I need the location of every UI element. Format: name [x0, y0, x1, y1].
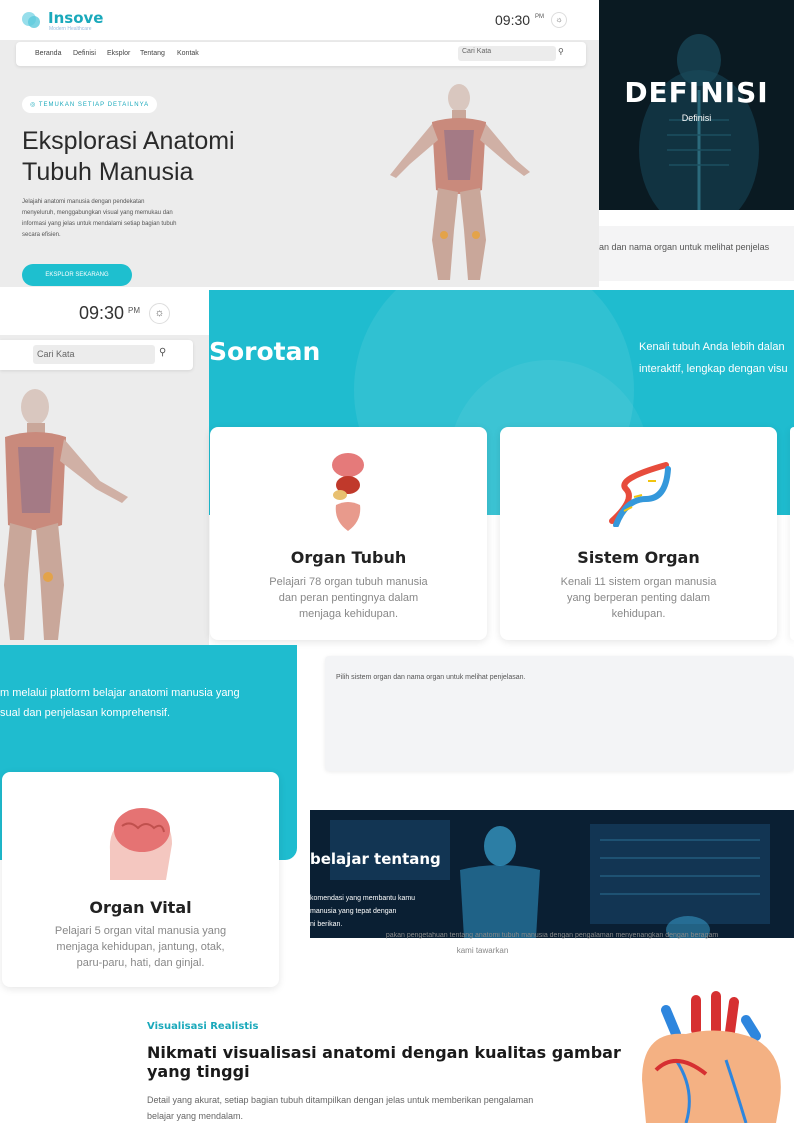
visual-title-line-2: yang tinggi [147, 1062, 250, 1081]
card-description: Pelajari 78 organ tubuh manusia dan pera… [210, 574, 487, 622]
clock-ampm-zoomed: PM [128, 306, 140, 315]
clock-ampm: PM [535, 14, 544, 20]
dna-icon [609, 462, 671, 527]
target-icon: ◎ [30, 102, 37, 108]
organs-icon [332, 453, 364, 531]
hero-desc-line: informasi yang jelas untuk mendalami set… [22, 221, 177, 227]
card-desc-line: kehidupan. [611, 608, 666, 620]
card-desc-line: paru-paru, hati, dan ginjal. [76, 957, 205, 969]
hero-title-line-1: Eksplorasi Anatomi [22, 127, 235, 155]
navbar-zoomed: Cari Kata ⚲ [0, 340, 193, 370]
top-bar: Insove Modern Healthcare 09:30 PM ☼ [0, 0, 599, 40]
card-organ-tubuh[interactable]: Organ Tubuh Pelajari 78 organ tubuh manu… [210, 427, 487, 640]
visual-text-line-2: belajar yang mendalam. [147, 1111, 244, 1121]
card-desc-line: Kenali 11 sistem organ manusia [560, 576, 717, 588]
card-sistem-organ[interactable]: Sistem Organ Kenali 11 sistem organ manu… [500, 427, 777, 640]
belajar-line-3: ni berikan. [310, 921, 343, 928]
definisi-banner: DEFINISI Definisi [599, 0, 794, 210]
card-desc-line: menjaga kehidupan. [298, 608, 399, 620]
explanation-box: Pilih sistem organ dan nama organ untuk … [325, 656, 794, 771]
anatomy-figure-zoomed-image [4, 389, 128, 640]
belajar-under-text-2: kami tawarkan [456, 946, 509, 955]
navbar: Beranda Definisi Eksplor Tentang Kontak … [16, 42, 586, 66]
clock-time-zoomed: 09:30 [79, 303, 125, 323]
nav-item-eksplor[interactable]: Eksplor [107, 50, 130, 57]
sorotan-cont-line-1: m melalui platform belajar anatomi manus… [0, 687, 240, 699]
visual-category: Visualisasi Realistis [147, 1021, 259, 1032]
card-desc-line: menjaga kehidupan, jantung, otak, [56, 941, 225, 953]
heart-illustration-image [642, 991, 781, 1123]
card-description: Kenali 11 sistem organ manusia yang berp… [500, 574, 777, 622]
nav-item-beranda[interactable]: Beranda [35, 50, 61, 57]
definisi-partial-text: an dan nama organ untuk melihat penjelas [599, 242, 770, 252]
visual-title-line-1: Nikmati visualisasi anatomi dengan kuali… [147, 1043, 621, 1062]
brand-name: Insove [48, 9, 104, 27]
visual-text-line-1: Detail yang akurat, setiap bagian tubuh … [147, 1095, 534, 1105]
nav-item-kontak[interactable]: Kontak [177, 50, 199, 57]
definisi-explain-box: an dan nama organ untuk melihat penjelas [599, 226, 794, 281]
explanation-section: Pilih sistem organ dan nama organ untuk … [310, 650, 794, 776]
brand-tagline: Modern Healthcare [49, 26, 92, 32]
belajar-title: belajar tentang [310, 850, 441, 868]
nav-item-tentang[interactable]: Tentang [140, 50, 165, 57]
belajar-banner: belajar tentang komendasi yang membantu … [310, 810, 794, 938]
sorotan-title: Sorotan [209, 337, 321, 366]
card-title: Organ Vital [89, 898, 192, 917]
visual-title: Nikmati visualisasi anatomi dengan kuali… [147, 1043, 621, 1081]
brain-icon [109, 808, 172, 880]
belajar-line-1: komendasi yang membantu kamu [310, 895, 416, 902]
belajar-under-text: pakan pengetahuan tentang anatomi tubuh … [385, 932, 719, 939]
hero-badge: ◎ TEMUKAN SETIAP DETAILNYA [22, 96, 158, 113]
search-input[interactable]: Cari Kata [458, 46, 556, 61]
nav-item-definisi[interactable]: Definisi [73, 50, 96, 57]
card-desc-line: Pelajari 78 organ tubuh manusia [269, 576, 428, 588]
belajar-line-2: manusia yang tepat dengan [310, 908, 397, 915]
hero-desc-line: Jelajahi anatomi manusia dengan pendekat… [22, 199, 145, 205]
search-icon[interactable]: ⚲ [558, 47, 564, 56]
sorotan-intro: Kenali tubuh Anda lebih dalan interaktif… [639, 336, 788, 380]
card-desc-line: Pelajari 5 organ vital manusia yang [54, 925, 227, 937]
sorotan-intro-line-2: interaktif, lengkap dengan visu [639, 363, 788, 375]
hero-description: Jelajahi anatomi manusia dengan pendekat… [22, 197, 176, 241]
card-organ-vital[interactable]: Organ Vital Pelajari 5 organ vital manus… [2, 772, 279, 987]
card-title: Organ Tubuh [290, 548, 407, 567]
logo-mark-icon-2 [28, 16, 40, 28]
hero-zoomed-section: 09:30 PM ☼ Cari Kata ⚲ [0, 290, 209, 645]
definisi-title: DEFINISI [624, 76, 769, 109]
card-title: Sistem Organ [577, 548, 700, 567]
hero-desc-line: menyeluruh, menggabungkan visual yang me… [22, 210, 173, 216]
sorotan-cont-line-2: sual dan penjelasan komprehensif. [0, 707, 171, 719]
hero-title: Eksplorasi Anatomi Tubuh Manusia [22, 126, 235, 188]
sorotan-continued-text: m melalui platform belajar anatomi manus… [0, 683, 240, 723]
clock-time: 09:30 [495, 12, 531, 28]
belajar-text: komendasi yang membantu kamu manusia yan… [310, 892, 415, 931]
explore-now-button[interactable]: EKSPLOR SEKARANG [22, 264, 132, 286]
definisi-breadcrumb: Definisi [681, 113, 712, 123]
top-bar-zoomed: 09:30 PM ☼ [0, 290, 209, 335]
hero-section: Insove Modern Healthcare 09:30 PM ☼ Bera… [0, 0, 599, 287]
search-input-zoomed[interactable]: Cari Kata [33, 345, 155, 364]
search-icon-zoomed[interactable]: ⚲ [159, 347, 166, 358]
card-desc-line: yang berperan penting dalam [566, 592, 711, 604]
hero-desc-line: secara efisien. [22, 232, 61, 238]
explanation-text: Pilih sistem organ dan nama organ untuk … [336, 674, 526, 681]
visual-text: Detail yang akurat, setiap bagian tubuh … [147, 1092, 533, 1123]
card-desc-line: dan peran pentingnya dalam [278, 592, 419, 604]
sorotan-intro-line-1: Kenali tubuh Anda lebih dalan [639, 341, 785, 353]
card-partial-edge [790, 427, 794, 640]
hero-badge-text: TEMUKAN SETIAP DETAILNYA [38, 102, 150, 108]
theme-toggle-sun-icon-zoomed[interactable]: ☼ [149, 303, 170, 324]
hero-title-line-2: Tubuh Manusia [22, 158, 194, 186]
anatomy-figure-image [390, 84, 530, 280]
card-description: Pelajari 5 organ vital manusia yang menj… [2, 923, 279, 971]
theme-toggle-sun-icon[interactable]: ☼ [551, 12, 567, 28]
